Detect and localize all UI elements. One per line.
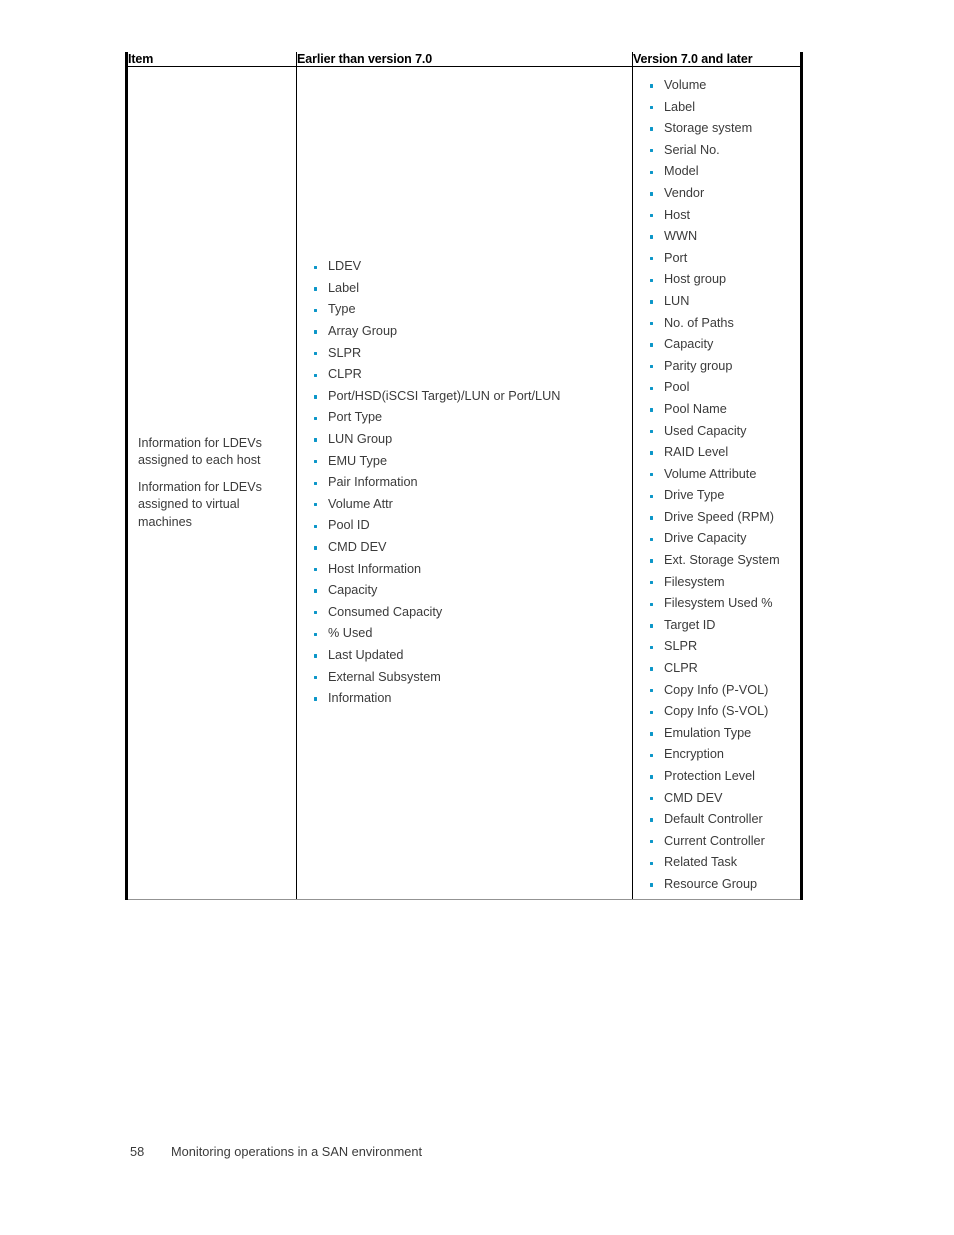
list-item: % Used: [305, 623, 632, 645]
list-item: Filesystem: [641, 572, 800, 594]
list-item: Encryption: [641, 744, 800, 766]
list-item: Pool Name: [641, 399, 800, 421]
list-item: Related Task: [641, 852, 800, 874]
list-item: Pair Information: [305, 472, 632, 494]
list-item: Parity group: [641, 356, 800, 378]
page-number: 58: [130, 1144, 145, 1159]
earlier-list-container: LDEV Label Type Array Group SLPR CLPR Port/HSD…: [297, 67, 632, 899]
list-item: Drive Type: [641, 485, 800, 507]
comparison-table-container: Item Earlier than version 7.0 Version 7.…: [125, 52, 803, 900]
table-row: Information for LDEVs assigned to each h…: [125, 66, 803, 900]
list-item: Serial No.: [641, 140, 800, 162]
list-item: Capacity: [641, 334, 800, 356]
column-header-item: Item: [125, 52, 297, 67]
list-item: CMD DEV: [305, 537, 632, 559]
list-item: Resource Group: [641, 874, 800, 896]
item-paragraph: Information for LDEVs assigned to virtua…: [138, 479, 262, 529]
list-item: CLPR: [641, 658, 800, 680]
list-item: Default Controller: [641, 809, 800, 831]
list-item: Type: [305, 299, 632, 321]
list-item: Last Updated: [305, 645, 632, 667]
list-item: SLPR: [641, 636, 800, 658]
list-item: Pool: [641, 377, 800, 399]
list-item: Storage system: [641, 118, 800, 140]
list-item: Label: [305, 278, 632, 300]
cell-version-7-and-later: Volume Label Storage system Serial No. Model…: [632, 66, 803, 900]
version-list-container: Volume Label Storage system Serial No. Model…: [633, 67, 800, 896]
list-item: WWN: [641, 226, 800, 248]
list-item: LUN Group: [305, 429, 632, 451]
list-item: Port Type: [305, 407, 632, 429]
list-item: Consumed Capacity: [305, 602, 632, 624]
list-item: Array Group: [305, 321, 632, 343]
list-item: Host Information: [305, 559, 632, 581]
list-item: Used Capacity: [641, 421, 800, 443]
list-item: Model: [641, 161, 800, 183]
list-item: External Subsystem: [305, 667, 632, 689]
list-item: Copy Info (P-VOL): [641, 680, 800, 702]
list-item: Label: [641, 97, 800, 119]
table-header: Item Earlier than version 7.0 Version 7.…: [125, 52, 803, 67]
list-item: Volume: [641, 75, 800, 97]
list-item: Copy Info (S-VOL): [641, 701, 800, 723]
footer-chapter-title: Monitoring operations in a SAN environme…: [171, 1144, 423, 1159]
list-item: EMU Type: [305, 451, 632, 473]
list-item: Protection Level: [641, 766, 800, 788]
list-item: CMD DEV: [641, 788, 800, 810]
list-item: Volume Attribute: [641, 464, 800, 486]
list-item: Drive Speed (RPM): [641, 507, 800, 529]
list-item: Pool ID: [305, 515, 632, 537]
list-item: SLPR: [305, 343, 632, 365]
earlier-version-attribute-list: LDEV Label Type Array Group SLPR CLPR Port/HSD…: [305, 256, 632, 709]
cell-earlier-than-version-7: LDEV Label Type Array Group SLPR CLPR Port/HSD…: [296, 66, 633, 900]
list-item: Capacity: [305, 580, 632, 602]
ldev-information-comparison-table: Item Earlier than version 7.0 Version 7.…: [125, 52, 803, 900]
list-item: RAID Level: [641, 442, 800, 464]
table-body: Information for LDEVs assigned to each h…: [125, 66, 803, 900]
version-7-attribute-list: Volume Label Storage system Serial No. Model…: [641, 75, 800, 896]
list-item: Port: [641, 248, 800, 270]
list-item: Host group: [641, 269, 800, 291]
list-item: Emulation Type: [641, 723, 800, 745]
page-footer: 58 Monitoring operations in a SAN environ…: [130, 1144, 830, 1159]
list-item: Ext. Storage System: [641, 550, 800, 572]
list-item: No. of Paths: [641, 313, 800, 335]
table-header-row: Item Earlier than version 7.0 Version 7.…: [125, 52, 803, 67]
list-item: CLPR: [305, 364, 632, 386]
list-item: Volume Attr: [305, 494, 632, 516]
list-item: Information: [305, 688, 632, 710]
item-paragraph-group: Information for LDEVs assigned to each h…: [128, 67, 296, 899]
list-item: LDEV: [305, 256, 632, 278]
list-item: Current Controller: [641, 831, 800, 853]
cell-item: Information for LDEVs assigned to each h…: [125, 66, 297, 900]
list-item: Port/HSD(iSCSI Target)/LUN or Port/LUN: [305, 386, 632, 408]
column-header-earlier-than-version-7: Earlier than version 7.0: [296, 52, 633, 67]
list-item: Target ID: [641, 615, 800, 637]
list-item: LUN: [641, 291, 800, 313]
list-item: Vendor: [641, 183, 800, 205]
list-item: Drive Capacity: [641, 528, 800, 550]
list-item: Filesystem Used %: [641, 593, 800, 615]
list-item: Host: [641, 205, 800, 227]
item-paragraph: Information for LDEVs assigned to each h…: [138, 435, 262, 468]
column-header-version-7-and-later: Version 7.0 and later: [632, 52, 803, 67]
